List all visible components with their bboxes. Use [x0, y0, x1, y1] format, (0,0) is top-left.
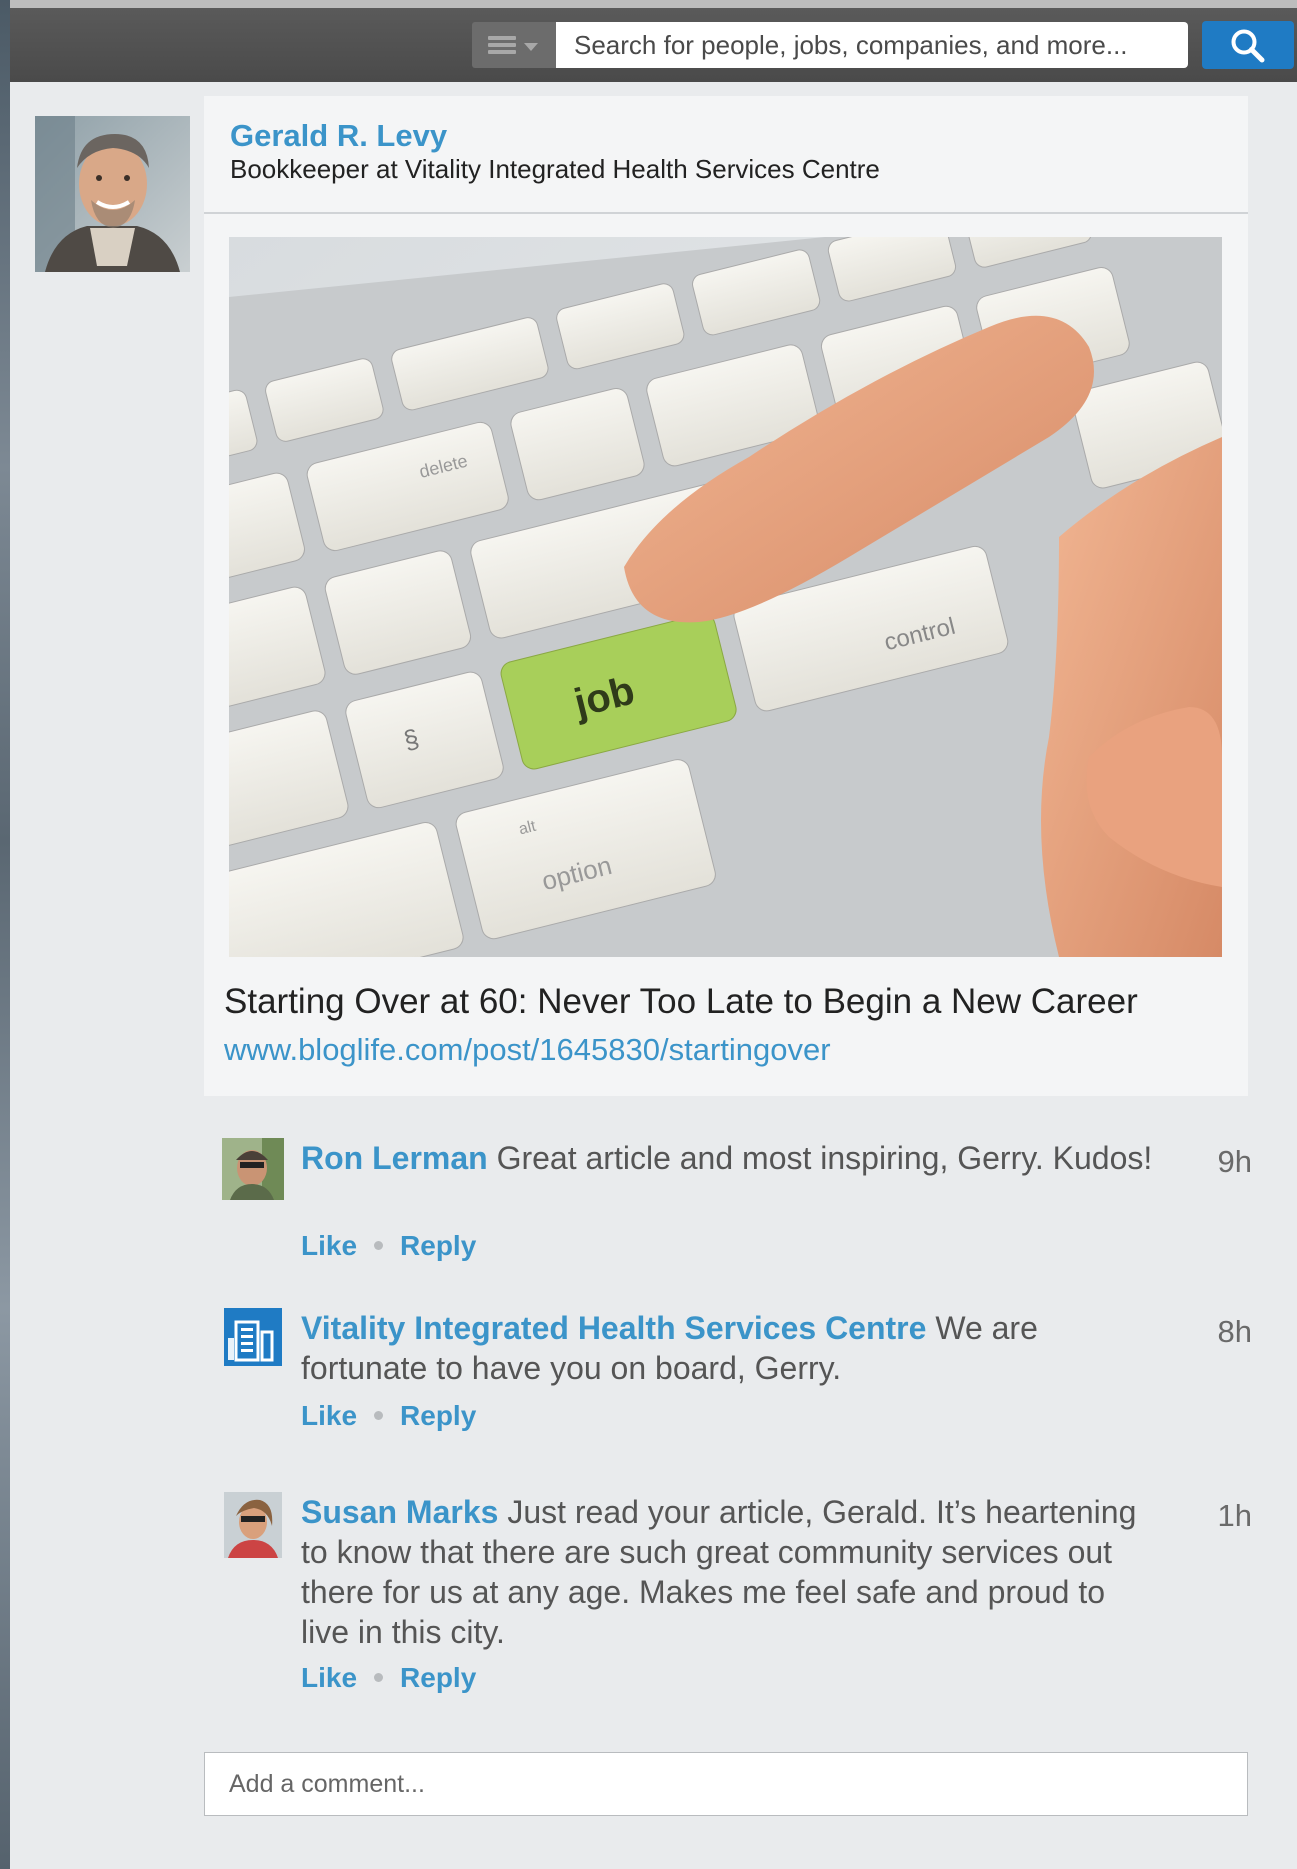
search-button[interactable] — [1202, 21, 1294, 69]
company-logo[interactable] — [224, 1308, 282, 1366]
comment-timestamp: 8h — [1217, 1314, 1252, 1349]
search-icon — [1231, 29, 1265, 63]
author-name[interactable]: Gerald R. Levy — [230, 118, 447, 154]
author-avatar[interactable] — [35, 116, 190, 272]
search-box[interactable] — [556, 22, 1188, 68]
search-input[interactable] — [556, 22, 1188, 68]
comment-body: Vitality Integrated Health Services Cent… — [301, 1308, 1161, 1388]
add-comment-box[interactable] — [204, 1752, 1248, 1816]
separator-dot — [374, 1411, 384, 1421]
background-photo-edge — [0, 0, 10, 1869]
comment-actions: Like Reply — [301, 1662, 476, 1694]
article-title[interactable]: Starting Over at 60: Never Too Late to B… — [224, 982, 1138, 1022]
comment-item: Vitality Integrated Health Services Cent… — [222, 1308, 1252, 1438]
commenter-avatar[interactable] — [224, 1492, 282, 1558]
reply-link[interactable]: Reply — [400, 1400, 476, 1431]
comment-timestamp: 1h — [1217, 1498, 1252, 1533]
commenter-avatar[interactable] — [222, 1138, 284, 1200]
menu-icon — [488, 36, 516, 54]
comment-actions: Like Reply — [301, 1230, 476, 1262]
comment-body: Susan Marks Just read your article, Gera… — [301, 1492, 1161, 1652]
comment-body: Ron Lerman Great article and most inspir… — [301, 1138, 1161, 1178]
commenter-name[interactable]: Susan Marks — [301, 1494, 498, 1530]
add-comment-input[interactable] — [205, 1753, 1247, 1815]
like-link[interactable]: Like — [301, 1230, 357, 1261]
separator-dot — [374, 1673, 384, 1683]
comment-item: Ron Lerman Great article and most inspir… — [222, 1138, 1252, 1268]
building-icon — [224, 1308, 282, 1366]
comment-timestamp: 9h — [1217, 1144, 1252, 1179]
reply-link[interactable]: Reply — [400, 1230, 476, 1261]
commenter-name[interactable]: Ron Lerman — [301, 1140, 488, 1176]
post-header: Gerald R. Levy Bookkeeper at Vitality In… — [204, 96, 1248, 214]
comment-item: Susan Marks Just read your article, Gera… — [222, 1492, 1252, 1702]
window-top-edge — [0, 0, 1297, 8]
chevron-down-icon — [524, 43, 538, 51]
like-link[interactable]: Like — [301, 1662, 357, 1693]
comment-actions: Like Reply — [301, 1400, 476, 1432]
post-card: Gerald R. Levy Bookkeeper at Vitality In… — [204, 96, 1248, 1096]
like-link[interactable]: Like — [301, 1400, 357, 1431]
separator-dot — [374, 1241, 384, 1251]
commenter-name[interactable]: Vitality Integrated Health Services Cent… — [301, 1310, 926, 1346]
menu-button[interactable] — [472, 22, 556, 68]
reply-link[interactable]: Reply — [400, 1662, 476, 1693]
article-image[interactable]: delete return § job control — [229, 237, 1222, 957]
comment-text: Great article and most inspiring, Gerry.… — [487, 1140, 1153, 1176]
author-headline: Bookkeeper at Vitality Integrated Health… — [230, 154, 880, 184]
article-link[interactable]: www.bloglife.com/post/1645830/startingov… — [224, 1032, 831, 1068]
